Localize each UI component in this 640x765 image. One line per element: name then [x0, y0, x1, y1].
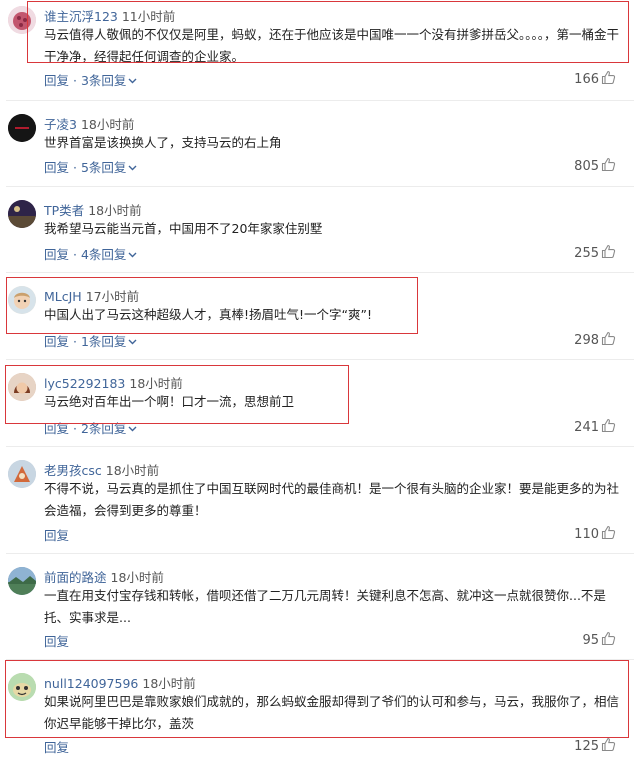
thumbs-up-icon[interactable]	[601, 157, 616, 176]
timestamp: 18小时前	[129, 376, 183, 391]
username[interactable]: lyc52292183	[44, 376, 125, 391]
reply-separator: ·	[69, 73, 81, 88]
avatar[interactable]	[8, 286, 36, 314]
username[interactable]: 前面的路途	[44, 570, 107, 585]
avatar[interactable]	[8, 673, 36, 701]
like-count: 255	[574, 246, 599, 261]
avatar[interactable]	[8, 200, 36, 228]
reply-button[interactable]: 回复	[44, 73, 69, 88]
like-count: 125	[574, 739, 599, 754]
comment-text: 一直在用支付宝存钱和转帐，借呗还借了二万几元周转！关键利息不怎高、就冲这一点就很…	[44, 588, 606, 625]
username[interactable]: TP类者	[44, 203, 84, 218]
comment-text: 如果说阿里巴巴是靠败家娘们成就的，那么蚂蚁金服却得到了爷们的认可和参与，马云，我…	[44, 694, 620, 731]
thumbs-up-icon[interactable]	[601, 244, 616, 263]
divider	[6, 659, 634, 660]
timestamp: 11小时前	[121, 9, 176, 24]
reply-separator: ·	[69, 160, 81, 175]
like-count: 166	[574, 72, 599, 87]
chevron-down-icon[interactable]	[128, 333, 137, 348]
reply-separator: ·	[69, 421, 81, 436]
timestamp: 18小时前	[110, 570, 164, 585]
comment-text: 马云绝对百年出一个啊！口才一流，思想前卫	[44, 394, 295, 409]
comment-text: 马云值得人敬佩的不仅仅是阿里，蚂蚁，还在于他应该是中国唯一一个没有拼爹拼岳父。。…	[44, 27, 620, 64]
thumbs-up-icon[interactable]	[601, 737, 616, 756]
divider	[6, 359, 634, 360]
like-count: 95	[582, 633, 599, 648]
timestamp: 17小时前	[85, 289, 140, 304]
view-replies-link[interactable]: 2条回复	[81, 421, 126, 436]
view-replies-link[interactable]: 1条回复	[81, 334, 126, 349]
reply-separator: ·	[69, 247, 81, 262]
timestamp: 18小时前	[142, 676, 196, 691]
thumbs-up-icon[interactable]	[601, 631, 616, 650]
like-count: 298	[574, 333, 599, 348]
timestamp: 18小时前	[88, 203, 142, 218]
username[interactable]: null124097596	[44, 676, 138, 691]
reply-button[interactable]: 回复	[44, 634, 69, 649]
divider	[6, 446, 634, 447]
avatar[interactable]	[8, 114, 36, 142]
timestamp: 18小时前	[105, 463, 160, 478]
reply-button[interactable]: 回复	[44, 334, 69, 349]
like-count: 805	[574, 159, 599, 174]
comment-text: 不得不说，马云真的是抓住了中国互联网时代的最佳商机！是一个很有头脑的企业家！要是…	[44, 481, 620, 518]
like-count: 241	[574, 420, 599, 435]
username[interactable]: 老男孩csc	[44, 463, 102, 478]
divider	[6, 272, 634, 273]
avatar[interactable]	[8, 567, 36, 595]
username[interactable]: 谁主沉浮123	[44, 9, 118, 24]
thumbs-up-icon[interactable]	[601, 70, 616, 89]
comment-text: 世界首富是该换换人了，支持马云的右上角	[44, 135, 282, 150]
view-replies-link[interactable]: 5条回复	[81, 160, 126, 175]
reply-button[interactable]: 回复	[44, 740, 69, 755]
view-replies-link[interactable]: 4条回复	[81, 247, 126, 262]
avatar[interactable]	[8, 373, 36, 401]
like-count: 110	[574, 527, 599, 542]
reply-button[interactable]: 回复	[44, 160, 69, 175]
divider	[6, 186, 634, 187]
thumbs-up-icon[interactable]	[601, 525, 616, 544]
chevron-down-icon[interactable]	[128, 159, 137, 174]
reply-button[interactable]: 回复	[44, 247, 69, 262]
reply-separator: ·	[69, 334, 81, 349]
avatar[interactable]	[8, 460, 36, 488]
chevron-down-icon[interactable]	[128, 246, 137, 261]
thumbs-up-icon[interactable]	[601, 331, 616, 350]
chevron-down-icon[interactable]	[128, 72, 137, 87]
view-replies-link[interactable]: 3条回复	[81, 73, 126, 88]
reply-button[interactable]: 回复	[44, 421, 69, 436]
comment-text: 我希望马云能当元首，中国用不了20年家家住别墅	[44, 221, 323, 236]
timestamp: 18小时前	[80, 117, 135, 132]
avatar[interactable]	[8, 6, 36, 34]
reply-button[interactable]: 回复	[44, 528, 69, 543]
username[interactable]: 子凌3	[44, 117, 77, 132]
divider	[6, 100, 634, 101]
username[interactable]: MLcJH	[44, 289, 82, 304]
divider	[6, 553, 634, 554]
chevron-down-icon[interactable]	[128, 420, 137, 435]
thumbs-up-icon[interactable]	[601, 418, 616, 437]
comment-text: 中国人出了马云这种超级人才，真棒!扬眉吐气!一个字“爽”!	[44, 307, 372, 322]
